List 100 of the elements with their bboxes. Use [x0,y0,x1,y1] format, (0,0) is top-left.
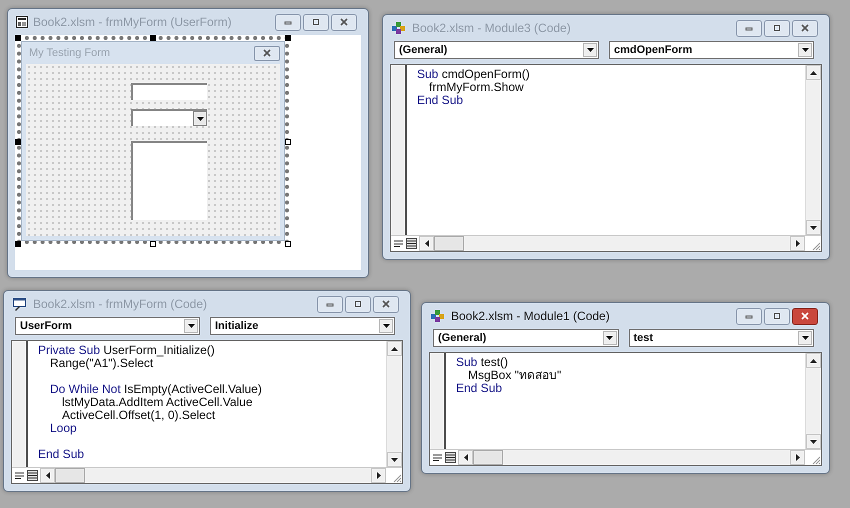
object-dropdown[interactable]: (General) [433,329,618,347]
scroll-left-button[interactable] [419,236,434,251]
object-dropdown[interactable]: (General) [394,41,599,59]
code-line: Private Sub UserForm_Initialize() [38,344,215,357]
procedure-dropdown[interactable]: Initialize [210,317,395,335]
lines-icon [407,240,416,247]
horizontal-scrollbar[interactable] [458,450,805,465]
code-line: End Sub [456,382,502,395]
arrow-down-icon [810,440,817,444]
dropdown-arrow-icon [586,48,594,52]
vertical-scrollbar[interactable] [386,341,402,467]
close-button[interactable] [254,46,280,60]
minimize-button[interactable] [736,20,762,36]
maximize-icon [311,18,321,26]
form-title: My Testing Form [29,46,110,61]
maximize-button[interactable] [764,20,790,36]
full-module-view-button[interactable] [406,238,417,249]
text-box[interactable] [131,83,207,100]
dropdown-arrow-icon [382,324,390,328]
code-line: frmMyForm.Show [429,81,524,94]
scroll-left-button[interactable] [40,468,55,483]
horizontal-scrollbar[interactable] [40,468,386,483]
selection-handle[interactable] [15,139,21,145]
arrow-down-icon [391,458,398,462]
scroll-down-button[interactable] [806,220,821,235]
dropdown-arrow-icon [196,116,204,120]
arrow-right-icon [376,472,380,479]
scroll-up-button[interactable] [806,353,821,368]
scroll-right-button[interactable] [790,236,805,251]
scroll-right-button[interactable] [790,450,805,465]
selection-handle[interactable] [285,35,291,41]
selection-handle[interactable] [15,241,21,247]
vertical-scrollbar[interactable] [805,65,821,235]
full-module-view-button[interactable] [27,470,38,481]
size-grip-icon [811,241,821,251]
maximize-icon [772,24,782,32]
scroll-right-button[interactable] [371,468,386,483]
close-icon [800,312,810,320]
maximize-button[interactable] [764,308,790,324]
maximize-icon [353,300,363,308]
scroll-thumb[interactable] [55,468,85,483]
window-title: Book2.xlsm - Module1 (Code) [451,308,611,325]
scroll-up-button[interactable] [387,341,402,356]
arrow-left-icon [46,472,50,479]
combo-box[interactable] [131,109,207,126]
arrow-down-icon [810,226,817,230]
window-title: Book2.xlsm - Module3 (Code) [412,20,572,37]
code-line: Range("A1").Select [50,357,154,370]
selection-handle[interactable] [285,139,291,145]
list-box[interactable] [131,141,207,220]
close-button[interactable] [792,20,818,36]
vertical-scrollbar[interactable] [805,353,821,449]
close-icon [800,24,810,32]
scroll-left-button[interactable] [458,450,473,465]
lines-icon [446,454,455,461]
selection-handle[interactable] [285,241,291,247]
scroll-down-button[interactable] [387,452,402,467]
window-title: Book2.xlsm - frmMyForm (UserForm) [33,14,233,31]
close-button[interactable] [792,308,818,324]
close-button[interactable] [331,14,357,30]
lines-icon [28,472,37,479]
close-icon [339,18,349,26]
procedure-view-button[interactable] [393,238,404,249]
dropdown-arrow-icon [606,336,613,340]
code-line: End Sub [417,94,464,107]
arrow-up-icon [810,70,817,74]
selection-handle[interactable] [150,241,156,247]
procedure-view-button[interactable] [14,470,25,481]
arrow-left-icon [424,240,428,247]
procedure-dropdown[interactable]: cmdOpenForm [609,41,814,59]
code-line: Sub test() [456,356,508,369]
procedure-view-button[interactable] [432,452,443,463]
size-grip-icon [811,455,821,465]
size-grip-icon [392,473,402,483]
scroll-thumb[interactable] [473,450,503,465]
dropdown-arrow-icon [802,48,808,52]
horizontal-scrollbar[interactable] [419,236,805,251]
scroll-down-button[interactable] [806,434,821,449]
maximize-button[interactable] [303,14,329,30]
close-button[interactable] [373,296,399,312]
lines-icon [394,240,403,247]
object-dropdown[interactable]: UserForm [15,317,200,335]
code-line: Loop [50,422,77,435]
close-icon [381,300,391,308]
selection-handle[interactable] [15,35,21,41]
dropdown-arrow-icon [188,324,194,328]
minimize-button[interactable] [317,296,343,312]
scroll-thumb[interactable] [434,236,464,251]
code-line: End Sub [38,446,84,461]
lines-icon [15,472,24,479]
code-line: ActiveCell.Offset(1, 0).Select [62,409,216,422]
procedure-dropdown[interactable]: test [628,329,814,347]
minimize-button[interactable] [275,14,301,30]
full-module-view-button[interactable] [445,452,456,463]
code-line: Sub cmdOpenForm() [417,68,530,81]
scroll-up-button[interactable] [806,65,821,80]
dropdown-arrow-icon [802,336,808,340]
minimize-button[interactable] [736,308,762,324]
selection-handle[interactable] [150,35,156,41]
maximize-button[interactable] [345,296,371,312]
